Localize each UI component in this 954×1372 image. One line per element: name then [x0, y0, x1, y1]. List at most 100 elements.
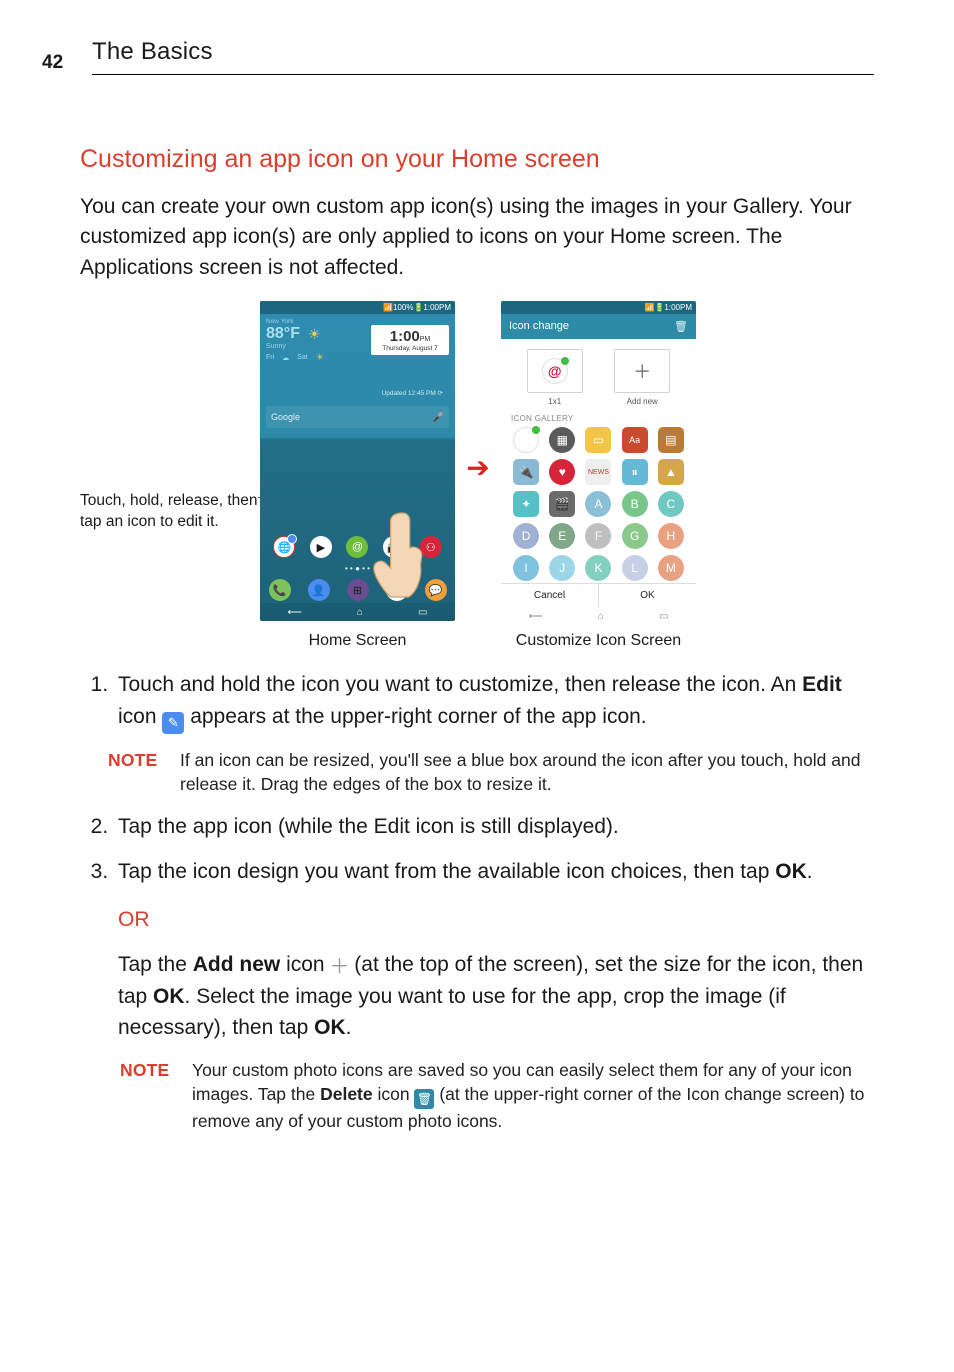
recent-icon[interactable]: ▭	[659, 611, 668, 622]
gallery-item[interactable]: D	[513, 523, 539, 549]
recent-icon[interactable]: ▭	[418, 607, 427, 618]
gallery-item[interactable]: ✦	[513, 491, 539, 517]
gallery-item[interactable]: ▲	[658, 459, 684, 485]
step-2: Tap the app icon (while the Edit icon is…	[114, 811, 874, 843]
app-icon[interactable]: ▶	[310, 536, 332, 558]
icon-gallery: @ ▦ ▭ Aa ▤ 🔌 ♥ NEWS ⏸ ▲ ✦ 🎬 A B C D E	[501, 425, 696, 583]
forecast-day2: Sat	[297, 354, 308, 361]
signal-icon: 📶	[383, 303, 393, 312]
gallery-item[interactable]: M	[658, 555, 684, 581]
battery-icon: 🔋	[413, 303, 423, 312]
status-bar: 📶 🔋 1:00PM	[501, 301, 696, 314]
ok-word: OK	[314, 1016, 346, 1039]
ok-button[interactable]: OK	[599, 584, 696, 607]
phone-icon[interactable]: 📞	[269, 579, 291, 601]
steps-list: Touch and hold the icon you want to cust…	[80, 669, 874, 733]
icon-change-titlebar: Icon change 🗑	[501, 314, 696, 339]
steps-list-2: Tap the app icon (while the Edit icon is…	[80, 811, 874, 1044]
customize-icon-phone: 📶 🔋 1:00PM Icon change 🗑 @ 1x1 ＋ Add new	[501, 301, 696, 651]
gallery-item[interactable]: ▦	[549, 427, 575, 453]
gallery-item[interactable]: F	[585, 523, 611, 549]
status-time: 1:00PM	[664, 303, 692, 312]
add-new-word: Add new	[193, 953, 281, 976]
gallery-item[interactable]: E	[549, 523, 575, 549]
left-phone-caption: Home Screen	[309, 631, 407, 651]
search-placeholder: Google	[271, 412, 300, 422]
sun-icon: ☀	[316, 352, 324, 363]
figure-row: Touch, hold, release, then tap an icon t…	[80, 301, 874, 651]
gallery-item[interactable]: ▤	[658, 427, 684, 453]
gallery-item[interactable]: NEWS	[585, 459, 611, 485]
clock-date: Thursday, August 7	[377, 345, 443, 352]
delete-icon: 🗑	[414, 1089, 434, 1109]
gallery-item[interactable]: ⏸	[622, 459, 648, 485]
edit-word: Edit	[802, 673, 842, 696]
delete-icon[interactable]: 🗑	[674, 320, 688, 333]
gallery-item[interactable]: @	[513, 427, 539, 453]
mic-icon[interactable]: 🎤	[433, 412, 444, 423]
home-icon[interactable]: ⌂	[357, 607, 363, 618]
nav-bar: ⟵ ⌂ ▭	[260, 603, 455, 621]
home-icon[interactable]: ⌂	[598, 611, 604, 622]
clock-widget: 1:00PM Thursday, August 7	[371, 325, 449, 355]
contacts-icon[interactable]: 👤	[308, 579, 330, 601]
plus-icon: ＋	[330, 958, 348, 976]
gallery-item[interactable]: B	[622, 491, 648, 517]
forecast-day1: Fri	[266, 354, 274, 361]
arrow-icon: ➔	[455, 451, 501, 484]
add-new-slot[interactable]: ＋ Add new	[607, 349, 677, 406]
ok-word: OK	[775, 860, 807, 883]
gallery-item[interactable]: I	[513, 555, 539, 581]
gallery-item[interactable]: A	[585, 491, 611, 517]
size-label: 1x1	[520, 397, 590, 406]
note-1-text: If an icon can be resized, you'll see a …	[180, 748, 874, 797]
weather-widget: New York 88°F ☀ Sunny 1:00PM Thursday, A…	[260, 314, 455, 401]
apps-icon[interactable]: ⊞	[347, 579, 369, 601]
cancel-button[interactable]: Cancel	[501, 584, 599, 607]
app-icon[interactable]: @	[346, 536, 368, 558]
sun-icon: ☀	[308, 326, 321, 343]
step-1: Touch and hold the icon you want to cust…	[114, 669, 874, 733]
at-icon: @	[542, 358, 568, 384]
note-2: NOTE Your custom photo icons are saved s…	[120, 1058, 874, 1134]
back-icon[interactable]: ⟵	[529, 611, 543, 622]
back-icon[interactable]: ⟵	[288, 607, 302, 618]
finger-illustration	[369, 507, 441, 603]
gallery-item[interactable]: ▭	[585, 427, 611, 453]
google-search-bar[interactable]: Google 🎤	[266, 406, 449, 428]
note-2-text: Your custom photo icons are saved so you…	[192, 1058, 874, 1134]
gallery-item[interactable]: L	[622, 555, 648, 581]
gallery-item[interactable]: 🎬	[549, 491, 575, 517]
edit-badge-icon[interactable]	[287, 534, 297, 544]
gallery-item[interactable]: Aa	[622, 427, 648, 453]
right-phone-caption: Customize Icon Screen	[516, 631, 681, 651]
clock-ampm: PM	[420, 336, 431, 343]
gallery-item[interactable]: G	[622, 523, 648, 549]
gallery-item[interactable]: H	[658, 523, 684, 549]
battery-pct: 100%	[393, 303, 413, 312]
size-slot[interactable]: @ 1x1	[520, 349, 590, 406]
weather-city: New York	[266, 318, 449, 325]
app-icon[interactable]: 🌐	[273, 536, 295, 558]
home-screen-phone: 📶 100% 🔋 1:00PM New York 88°F ☀ Sunny 1:…	[260, 301, 455, 651]
gallery-item[interactable]: ♥	[549, 459, 575, 485]
weather-updated: Updated 12:45 PM ⟳	[266, 389, 449, 397]
nav-bar: ⟵ ⌂ ▭	[501, 607, 696, 621]
gallery-item[interactable]: 🔌	[513, 459, 539, 485]
ok-word: OK	[153, 985, 185, 1008]
status-time: 1:00PM	[423, 303, 451, 312]
figure-annotation: Touch, hold, release, then tap an icon t…	[80, 491, 260, 533]
gallery-item[interactable]: J	[549, 555, 575, 581]
gallery-item[interactable]: C	[658, 491, 684, 517]
plus-icon: ＋	[614, 349, 670, 393]
intro-paragraph: You can create your own custom app icon(…	[80, 192, 874, 283]
gallery-item[interactable]: K	[585, 555, 611, 581]
step-3: Tap the icon design you want from the av…	[114, 856, 874, 1044]
weather-temp: 88°F	[266, 325, 300, 343]
signal-icon: 📶	[644, 303, 654, 312]
status-bar: 📶 100% 🔋 1:00PM	[260, 301, 455, 314]
section-title: Customizing an app icon on your Home scr…	[80, 145, 874, 174]
green-dot-icon	[561, 357, 569, 365]
edit-icon: ✎	[162, 712, 184, 734]
note-label: NOTE	[120, 1058, 192, 1134]
